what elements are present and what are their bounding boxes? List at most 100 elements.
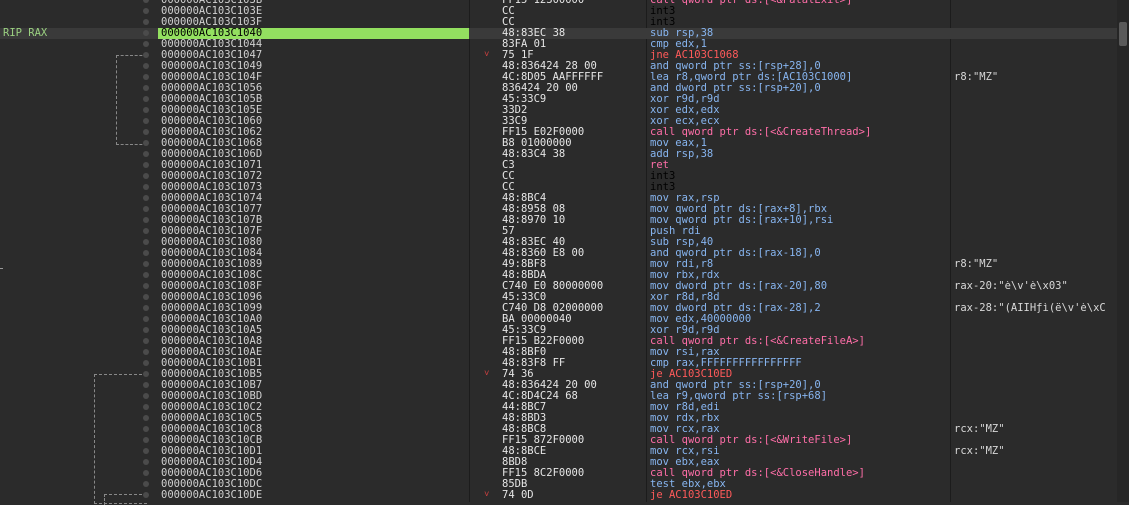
rip-label bbox=[0, 325, 73, 336]
breakpoint-dot-icon[interactable] bbox=[143, 217, 149, 223]
breakpoint-dot-icon[interactable] bbox=[143, 481, 149, 487]
instruction-row[interactable]: 000000AC103C10AE 48:8BF0 mov rsi,rax bbox=[0, 347, 1117, 358]
breakpoint-dot-icon[interactable] bbox=[143, 283, 149, 289]
instruction-row[interactable]: 000000AC103C10D6 FF15 8C2F0000 call qwor… bbox=[0, 468, 1117, 479]
rip-label bbox=[0, 314, 73, 325]
instruction-row[interactable]: 000000AC103C1074 48:8BC4 mov rax,rsp bbox=[0, 193, 1117, 204]
breakpoint-dot-icon[interactable] bbox=[143, 294, 149, 300]
instruction-row[interactable]: 000000AC103C10DC 85DB test ebx,ebx bbox=[0, 479, 1117, 490]
breakpoint-dot-icon[interactable] bbox=[143, 261, 149, 267]
rip-label bbox=[0, 413, 73, 424]
instruction-row[interactable]: 000000AC103C1068 B8 01000000 mov eax,1 bbox=[0, 138, 1117, 149]
instruction-row[interactable]: 000000AC103C10A8 FF15 B22F0000 call qwor… bbox=[0, 336, 1117, 347]
instruction-row[interactable]: 000000AC103C107B 48:8970 10 mov qword pt… bbox=[0, 215, 1117, 226]
breakpoint-dot-icon[interactable] bbox=[143, 85, 149, 91]
instruction-row[interactable]: 000000AC103C1044 83FA 01 cmp edx,1 bbox=[0, 39, 1117, 50]
breakpoint-dot-icon[interactable] bbox=[143, 415, 149, 421]
breakpoint-dot-icon[interactable] bbox=[143, 382, 149, 388]
instruction-row[interactable]: 000000AC103C10D4 8BD8 mov ebx,eax bbox=[0, 457, 1117, 468]
breakpoint-dot-icon[interactable] bbox=[143, 316, 149, 322]
instruction-row[interactable]: 000000AC103C1080 48:83EC 40 sub rsp,40 bbox=[0, 237, 1117, 248]
breakpoint-dot-icon[interactable] bbox=[143, 426, 149, 432]
breakpoint-dot-icon[interactable] bbox=[143, 19, 149, 25]
instruction-row[interactable]: 000000AC103C10C2 44:8BC7 mov r8d,edi bbox=[0, 402, 1117, 413]
instruction-row[interactable]: 000000AC103C1077 48:8958 08 mov qword pt… bbox=[0, 204, 1117, 215]
address-cell: 000000AC103C1068 bbox=[161, 138, 263, 149]
instruction-row[interactable]: 000000AC103C104F 4C:8D05 AAFFFFFF lea r8… bbox=[0, 72, 1117, 83]
instruction-row[interactable]: 000000AC103C1073 CC int3 bbox=[0, 182, 1117, 193]
breakpoint-dot-icon[interactable] bbox=[143, 305, 149, 311]
instruction-row[interactable]: 000000AC103C1062 FF15 E02F0000 call qwor… bbox=[0, 127, 1117, 138]
instruction-row[interactable]: 000000AC103C10C5 48:8BD3 mov rdx,rbx bbox=[0, 413, 1117, 424]
breakpoint-dot-icon[interactable] bbox=[143, 470, 149, 476]
instruction-row[interactable]: 000000AC103C1047 ˅ 75 1F jne AC103C1068 bbox=[0, 50, 1117, 61]
breakpoint-dot-icon[interactable] bbox=[143, 459, 149, 465]
scrollbar-thumb[interactable] bbox=[1119, 22, 1127, 46]
instruction-row[interactable]: 000000AC103C103F CC int3 bbox=[0, 17, 1117, 28]
instruction-row[interactable]: 000000AC103C1099 C740 D8 02000000 mov dw… bbox=[0, 303, 1117, 314]
instruction-row[interactable]: 000000AC103C106D 48:83C4 38 add rsp,38 bbox=[0, 149, 1117, 160]
breakpoint-dot-icon[interactable] bbox=[143, 74, 149, 80]
breakpoint-dot-icon[interactable] bbox=[143, 393, 149, 399]
instruction-row[interactable]: 000000AC103C1049 48:836424 28 00 and qwo… bbox=[0, 61, 1117, 72]
instruction-row[interactable]: 000000AC103C1056 836424 20 00 and dword … bbox=[0, 83, 1117, 94]
breakpoint-dot-icon[interactable] bbox=[143, 30, 149, 36]
breakpoint-dot-icon[interactable] bbox=[143, 151, 149, 157]
instruction-row[interactable]: 000000AC103C108C 48:8BDA mov rbx,rdx bbox=[0, 270, 1117, 281]
instruction-row[interactable]: 000000AC103C1072 CC int3 bbox=[0, 171, 1117, 182]
breakpoint-dot-icon[interactable] bbox=[143, 492, 149, 498]
breakpoint-dot-icon[interactable] bbox=[143, 371, 149, 377]
breakpoint-dot-icon[interactable] bbox=[143, 338, 149, 344]
instruction-row[interactable]: 000000AC103C10DE ˅ 74 0D je AC103C10ED bbox=[0, 490, 1117, 501]
instruction-row[interactable]: RIP RAX 000000AC103C1040 48:83EC 38 sub … bbox=[0, 28, 1117, 39]
breakpoint-dot-icon[interactable] bbox=[143, 349, 149, 355]
breakpoint-dot-icon[interactable] bbox=[143, 360, 149, 366]
breakpoint-dot-icon[interactable] bbox=[143, 228, 149, 234]
instruction-row[interactable]: 000000AC103C1096 45:33C0 xor r8d,r8d bbox=[0, 292, 1117, 303]
breakpoint-dot-icon[interactable] bbox=[143, 239, 149, 245]
breakpoint-dot-icon[interactable] bbox=[143, 250, 149, 256]
instruction-row[interactable]: 000000AC103C1071 C3 ret bbox=[0, 160, 1117, 171]
breakpoint-dot-icon[interactable] bbox=[143, 206, 149, 212]
instruction-row[interactable]: 000000AC103C10A5 45:33C9 xor r9d,r9d bbox=[0, 325, 1117, 336]
breakpoint-dot-icon[interactable] bbox=[143, 162, 149, 168]
breakpoint-dot-icon[interactable] bbox=[143, 96, 149, 102]
instruction-row[interactable]: 000000AC103C10D1 48:8BCE mov rcx,rsi rcx… bbox=[0, 446, 1117, 457]
breakpoint-dot-icon[interactable] bbox=[143, 0, 149, 3]
instruction-row[interactable]: 000000AC103C10B7 48:836424 20 00 and qwo… bbox=[0, 380, 1117, 391]
instruction-row[interactable]: 000000AC103C103E CC int3 bbox=[0, 6, 1117, 17]
instruction-row[interactable]: 000000AC103C10BD 4C:8D4C24 68 lea r9,qwo… bbox=[0, 391, 1117, 402]
rip-label bbox=[0, 171, 73, 182]
instruction-row[interactable]: 000000AC103C10C8 48:8BC8 mov rcx,rax rcx… bbox=[0, 424, 1117, 435]
instruction-row[interactable]: 000000AC103C108F C740 E0 80000000 mov dw… bbox=[0, 281, 1117, 292]
instruction-row[interactable]: 000000AC103C105B 45:33C9 xor r9d,r9d bbox=[0, 94, 1117, 105]
breakpoint-dot-icon[interactable] bbox=[143, 63, 149, 69]
instruction-row[interactable]: 000000AC103C10B1 48:83F8 FF cmp rax,FFFF… bbox=[0, 358, 1117, 369]
breakpoint-dot-icon[interactable] bbox=[143, 195, 149, 201]
breakpoint-dot-icon[interactable] bbox=[143, 272, 149, 278]
instruction-row[interactable]: 000000AC103C10A0 BA 00000040 mov edx,400… bbox=[0, 314, 1117, 325]
breakpoint-dot-icon[interactable] bbox=[143, 140, 149, 146]
vertical-scrollbar[interactable] bbox=[1117, 0, 1129, 502]
breakpoint-dot-icon[interactable] bbox=[143, 107, 149, 113]
disassembly-view[interactable]: 000000AC103C103B FF15 12300000 call qwor… bbox=[0, 0, 1129, 505]
instruction-row[interactable]: 000000AC103C1084 48:8360 E8 00 and qword… bbox=[0, 248, 1117, 259]
instruction-row[interactable]: 000000AC103C10CB FF15 872F0000 call qwor… bbox=[0, 435, 1117, 446]
instruction-row[interactable]: 000000AC103C10B5 ˅ 74 36 je AC103C10ED bbox=[0, 369, 1117, 380]
instruction-row[interactable]: 000000AC103C105E 33D2 xor edx,edx bbox=[0, 105, 1117, 116]
breakpoint-dot-icon[interactable] bbox=[143, 448, 149, 454]
instruction-row[interactable]: 000000AC103C1060 33C9 xor ecx,ecx bbox=[0, 116, 1117, 127]
breakpoint-dot-icon[interactable] bbox=[143, 184, 149, 190]
breakpoint-dot-icon[interactable] bbox=[143, 173, 149, 179]
breakpoint-dot-icon[interactable] bbox=[143, 129, 149, 135]
breakpoint-dot-icon[interactable] bbox=[143, 41, 149, 47]
instruction-row[interactable]: 000000AC103C1089 49:8BF8 mov rdi,r8 r8:"… bbox=[0, 259, 1117, 270]
breakpoint-dot-icon[interactable] bbox=[143, 52, 149, 58]
breakpoint-dot-icon[interactable] bbox=[143, 118, 149, 124]
breakpoint-dot-icon[interactable] bbox=[143, 8, 149, 14]
instruction-row[interactable]: 000000AC103C107F 57 push rdi bbox=[0, 226, 1117, 237]
breakpoint-dot-icon[interactable] bbox=[143, 404, 149, 410]
breakpoint-dot-icon[interactable] bbox=[143, 327, 149, 333]
bytes-cell: 75 1F bbox=[502, 50, 534, 61]
breakpoint-dot-icon[interactable] bbox=[143, 437, 149, 443]
